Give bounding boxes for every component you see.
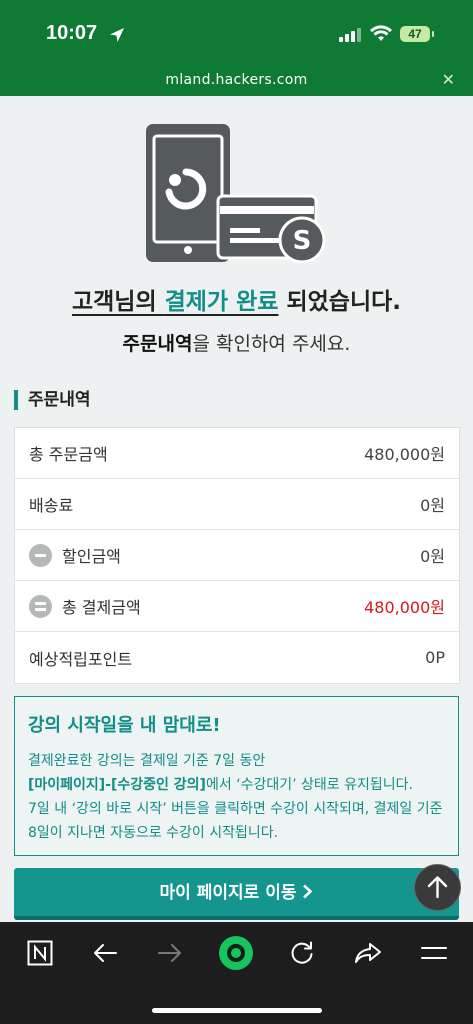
order-summary-table: 총 주문금액 480,000원 배송료 0원 할인금액 0원 총 결제금액 48… [14,427,460,684]
order-row-total-order: 총 주문금액 480,000원 [15,428,459,479]
back-button[interactable] [75,922,135,984]
naver-n-icon [27,940,53,966]
title-highlight: 결제가 완료 [164,289,279,315]
go-to-mypage-button[interactable]: 마이 페이지로 이동 [14,868,459,920]
row-label: 배송료 [29,496,74,515]
svg-text:S: S [293,226,312,256]
title-part-2: 되었습니다. [278,289,401,315]
battery-tip [432,31,434,37]
status-bar: 10:07 47 [0,0,473,66]
notice-line: 7일 내 ‘강의 바로 시작’ 버튼을 클릭하면 수강이 시작되며, 결제일 기… [28,801,443,817]
location-arrow-icon [110,28,124,42]
share-button[interactable] [338,922,398,984]
row-value: 0원 [420,496,445,515]
refresh-icon [291,941,313,964]
order-section-title: 주문내역 [14,390,91,410]
check-order-subtitle: 주문내역을 확인하여 주세요. [0,329,473,356]
browser-url-bar: mland.hackers.com ✕ [0,66,473,96]
notice-bold: [마이페이지]-[수강중인 강의] [28,777,206,793]
notice-line: [마이페이지]-[수강중인 강의]에서 ‘수강대기’ 상태로 유지됩니다. [28,773,445,797]
menu-button[interactable] [404,922,464,984]
notice-rest: 에서 ‘수강대기’ 상태로 유지됩니다. [205,777,413,793]
row-label: 할인금액 [62,547,121,566]
hamburger-menu-icon [421,947,447,959]
battery-icon: 47 [400,26,430,42]
wifi-icon [370,25,392,41]
row-label: 총 주문금액 [29,445,108,464]
notice-line: 결제완료한 강의는 결제일 기준 7일 동안 [28,753,266,769]
green-dot-button[interactable] [206,922,266,984]
home-indicator [152,1008,322,1013]
row-value: 480,000원 [364,445,445,464]
phone-payment-icon: S [146,124,326,264]
row-label: 총 결제금액 [62,598,141,617]
cellular-signal-icon [339,28,361,42]
arrow-right-icon [158,944,181,962]
scroll-to-top-button[interactable] [414,864,461,911]
share-arrow-icon [355,943,381,963]
order-row-discount: 할인금액 0원 [15,530,459,581]
order-row-points: 예상적립포인트 0P [15,632,459,683]
green-dot-icon [219,936,253,970]
forward-button[interactable] [140,922,200,984]
url-text[interactable]: mland.hackers.com [0,72,473,88]
title-part-1: 고객님의 [71,289,165,315]
equals-icon [29,594,52,618]
notice-line: 8일이 지나면 자동으로 수강이 시작됩니다. [28,825,279,841]
refresh-button[interactable] [272,922,332,984]
notice-title: 강의 시작일을 내 맘대로! [28,715,221,736]
row-label: 예상적립포인트 [29,649,133,669]
status-time: 10:07 [46,22,98,44]
close-icon[interactable]: ✕ [442,70,455,89]
payment-complete-title: 고객님의 결제가 완료 되었습니다. [0,282,473,316]
cta-label: 마이 페이지로 이동 [159,883,297,903]
arrow-up-icon [427,876,448,899]
row-value: 0P [425,648,445,667]
naver-home-button[interactable] [10,922,70,984]
row-label-wrap: 총 결제금액 [29,594,141,618]
minus-icon [29,543,52,567]
row-value: 480,000원 [364,598,445,617]
order-row-shipping: 배송료 0원 [15,479,459,530]
order-row-total-payment: 총 결제금액 480,000원 [15,581,459,632]
row-value: 0원 [420,547,445,566]
row-label-wrap: 할인금액 [29,543,121,567]
chevron-right-icon [303,884,313,899]
arrow-left-icon [94,944,117,962]
course-start-notice: 강의 시작일을 내 맘대로! 결제완료한 강의는 결제일 기준 7일 동안 [마… [14,696,459,856]
subtitle-bold: 주문내역 [122,333,193,355]
subtitle-rest: 을 확인하여 주세요. [192,333,351,355]
